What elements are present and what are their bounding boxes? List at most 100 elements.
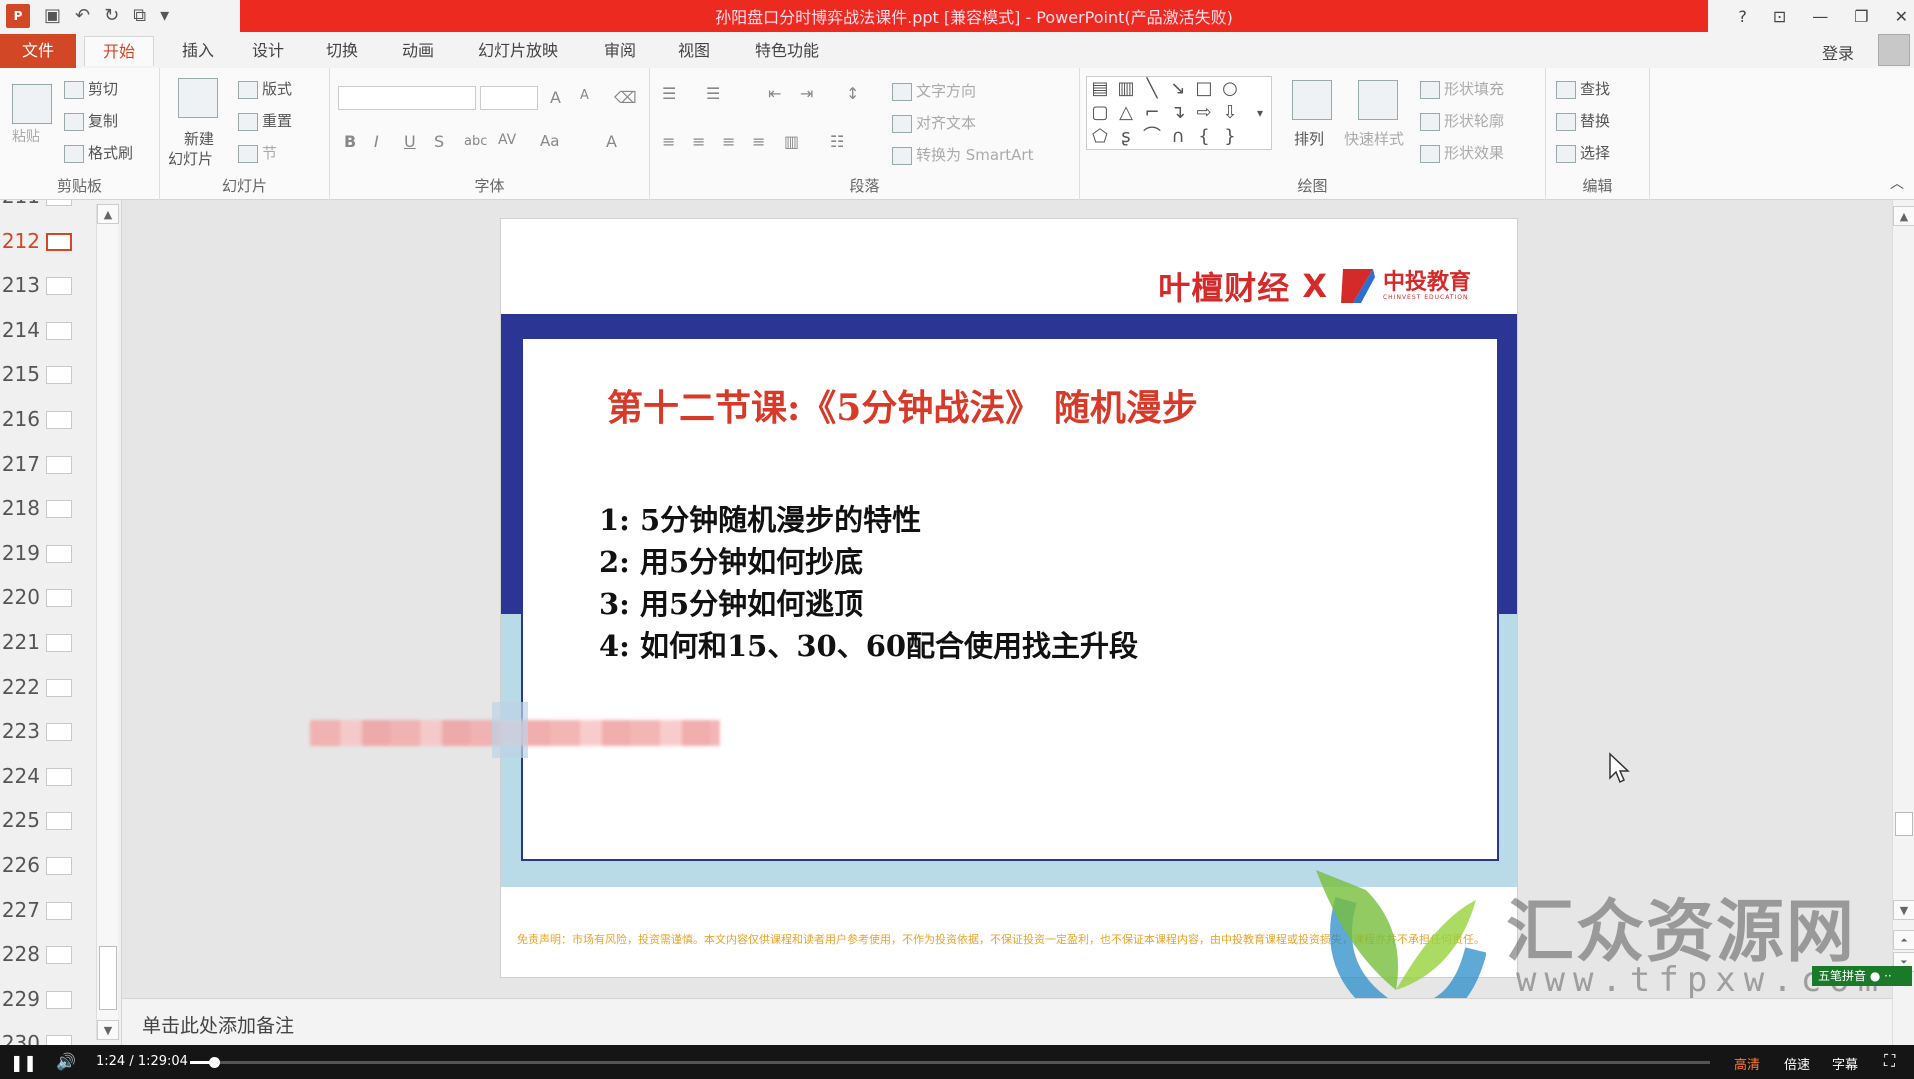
thumbnail-preview[interactable] — [46, 277, 72, 296]
tab-design[interactable]: 设计 — [240, 36, 296, 66]
thumbnail-item[interactable]: 215 — [0, 356, 100, 396]
strikethrough-button[interactable]: abc — [464, 134, 487, 149]
thumbnail-scroll-thumb[interactable] — [99, 946, 117, 1010]
arrow-line-icon[interactable]: ↘ — [1167, 79, 1189, 99]
shape-outline-button[interactable]: 形状轮廓 — [1420, 110, 1504, 131]
font-color-button[interactable]: A — [606, 132, 617, 151]
thumbnail-preview[interactable] — [46, 200, 72, 206]
shadow-button[interactable]: S — [434, 132, 444, 151]
thumbnail-item[interactable]: 218 — [0, 490, 100, 530]
decrease-indent-icon[interactable]: ⇤ — [768, 84, 781, 103]
slide-bullet-list[interactable]: 1: 5分钟随机漫步的特性 2: 用5分钟如何抄底 3: 用5分钟如何逃顶 4:… — [599, 499, 1138, 667]
fullscreen-icon[interactable]: ⛶ — [1884, 1051, 1895, 1071]
rectangle-shape-icon[interactable]: □ — [1193, 79, 1215, 99]
tab-transitions[interactable]: 切换 — [314, 36, 370, 66]
main-scroll-up-icon[interactable]: ▲ — [1893, 206, 1914, 226]
underline-button[interactable]: U — [404, 132, 416, 151]
ribbon-display-options-button[interactable]: ⊡ — [1773, 7, 1786, 26]
arc-icon[interactable]: ⌒ — [1141, 127, 1163, 147]
new-slide-label-1[interactable]: 新建 — [184, 128, 214, 149]
justify-icon[interactable]: ≡ — [752, 132, 765, 151]
previous-slide-icon[interactable]: ⏶ — [1893, 930, 1914, 950]
thumbnail-item[interactable]: 219 — [0, 535, 100, 575]
pause-icon[interactable]: ❚❚ — [10, 1053, 37, 1072]
align-text-button[interactable]: 对齐文本 — [892, 112, 976, 133]
arrange-button[interactable]: 排列 — [1294, 128, 1324, 149]
quality-button[interactable]: 高清 — [1734, 1054, 1760, 1073]
close-button[interactable]: ✕ — [1895, 7, 1908, 26]
thumbnail-item[interactable]: 214 — [0, 312, 100, 352]
restore-button[interactable]: ❐ — [1854, 7, 1868, 26]
thumbnail-preview[interactable] — [46, 366, 72, 385]
layout-button[interactable]: 版式 — [238, 78, 292, 99]
grow-font-button[interactable]: A — [550, 88, 561, 107]
tab-review[interactable]: 审阅 — [592, 36, 648, 66]
rounded-rect-icon[interactable]: ▢ — [1089, 103, 1111, 123]
find-button[interactable]: 查找 — [1556, 78, 1610, 99]
thumbnail-preview[interactable] — [46, 455, 72, 474]
progress-knob[interactable] — [209, 1057, 221, 1068]
thumbnail-item[interactable]: 229 — [0, 981, 100, 1021]
new-slide-icon[interactable] — [178, 78, 218, 118]
numbering-icon[interactable]: ☰ — [706, 84, 720, 103]
clear-format-icon[interactable]: ⌫ — [614, 88, 637, 107]
volume-icon[interactable]: 🔊 — [56, 1052, 76, 1071]
notes-placeholder[interactable]: 单击此处添加备注 — [142, 1011, 294, 1038]
align-right-icon[interactable]: ≡ — [722, 132, 735, 151]
tab-home[interactable]: 开始 — [84, 36, 154, 66]
slide-title[interactable]: 第十二节课:《5分钟战法》 随机漫步 — [607, 379, 1198, 431]
speed-button[interactable]: 倍速 — [1784, 1054, 1810, 1073]
thumbnail-item[interactable]: 220 — [0, 579, 100, 619]
main-scroll-thumb[interactable] — [1895, 812, 1913, 836]
thumbnail-item[interactable]: 216 — [0, 401, 100, 441]
oval-shape-icon[interactable]: ○ — [1219, 79, 1241, 99]
line-spacing-icon[interactable]: ↕ — [846, 84, 859, 103]
thumbnail-item[interactable]: 211 — [0, 200, 100, 218]
slide-content-box[interactable]: 第十二节课:《5分钟战法》 随机漫步 1: 5分钟随机漫步的特性 2: 用5分钟… — [521, 337, 1499, 861]
login-link[interactable]: 登录 — [1822, 40, 1854, 64]
align-left-icon[interactable]: ≡ — [662, 132, 675, 151]
thumbnail-item[interactable]: 226 — [0, 847, 100, 887]
main-scroll-down-icon[interactable]: ▼ — [1893, 900, 1914, 920]
align-center-icon[interactable]: ≡ — [692, 132, 705, 151]
down-arrow-shape-icon[interactable]: ⇩ — [1219, 103, 1241, 123]
shape-fill-button[interactable]: 形状填充 — [1420, 78, 1504, 99]
thumb-scroll-up-icon[interactable]: ▲ — [97, 204, 119, 224]
thumbnail-preview[interactable] — [46, 544, 72, 563]
shape-effects-button[interactable]: 形状效果 — [1420, 142, 1504, 163]
format-painter-button[interactable]: 格式刷 — [64, 142, 133, 163]
replace-button[interactable]: 替换 — [1556, 110, 1610, 131]
main-scrollbar[interactable]: ▲ ▼ ⏶ ⏷ — [1892, 200, 1914, 1045]
font-name-combo[interactable] — [338, 86, 476, 110]
thumbnail-preview[interactable] — [46, 812, 72, 831]
thumbnail-preview[interactable] — [46, 411, 72, 429]
thumbnail-preview[interactable] — [46, 723, 72, 742]
reset-button[interactable]: 重置 — [238, 110, 292, 131]
tab-slideshow[interactable]: 幻灯片放映 — [468, 36, 568, 66]
shapes-gallery[interactable]: ▤ ▥ ╲ ↘ □ ○ ▢ △ ⌐ ↴ ⇨ ⇩ ⬠ ʂ ⌒ ∩ { } ▾ — [1086, 76, 1272, 150]
quick-styles-icon[interactable] — [1358, 80, 1398, 120]
char-spacing-button[interactable]: AV — [498, 132, 516, 148]
thumbnail-preview[interactable] — [46, 500, 72, 519]
shrink-font-button[interactable]: A — [580, 88, 589, 103]
tab-special[interactable]: 特色功能 — [744, 36, 830, 66]
thumbnail-item[interactable]: 222 — [0, 669, 100, 709]
convert-smartart-button[interactable]: 转换为 SmartArt — [892, 144, 1033, 165]
thumbnail-preview[interactable] — [46, 857, 72, 875]
subtitle-button[interactable]: 字幕 — [1832, 1054, 1858, 1073]
columns-icon[interactable]: ▥ — [784, 132, 799, 151]
text-direction-button[interactable]: 文字方向 — [892, 80, 976, 101]
bold-button[interactable]: B — [344, 132, 356, 151]
thumbnail-preview[interactable] — [46, 901, 72, 920]
minimize-button[interactable]: — — [1812, 7, 1828, 26]
thumbnail-item[interactable]: 221 — [0, 624, 100, 664]
thumbnail-item[interactable]: 227 — [0, 892, 100, 932]
start-slideshow-icon[interactable]: ⧉ — [133, 3, 146, 29]
thumbnail-preview[interactable] — [46, 634, 72, 652]
increase-indent-icon[interactable]: ⇥ — [800, 84, 813, 103]
left-brace-icon[interactable]: { — [1193, 127, 1215, 147]
thumbnail-preview[interactable] — [46, 589, 72, 608]
thumbnail-item[interactable]: 224 — [0, 758, 100, 798]
notes-pane[interactable]: 单击此处添加备注 — [122, 998, 1892, 1045]
thumbnail-item[interactable]: 223 — [0, 713, 100, 753]
